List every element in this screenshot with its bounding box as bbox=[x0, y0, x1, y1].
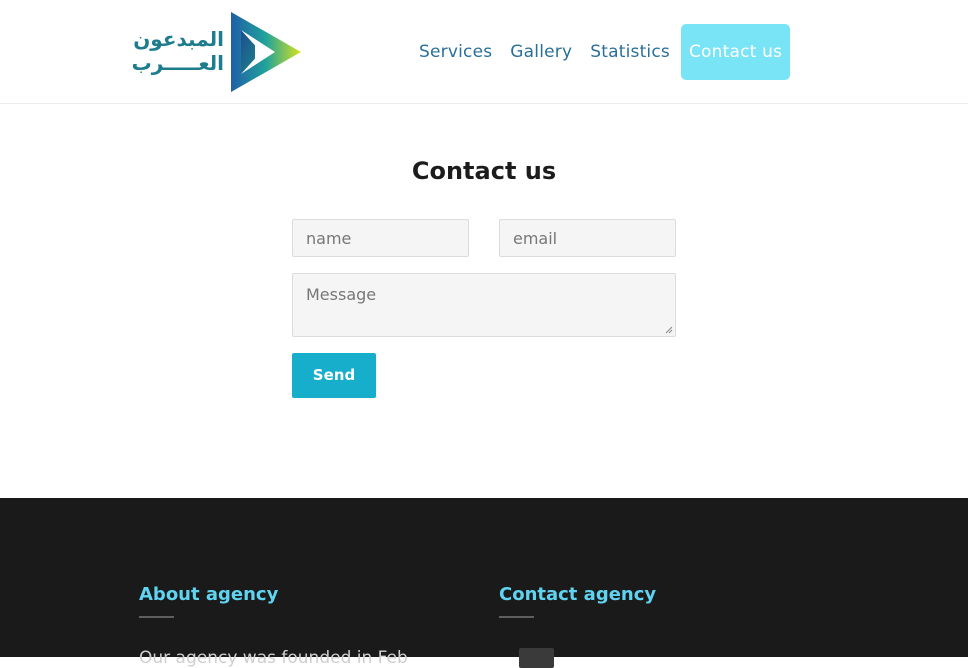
send-button[interactable]: Send bbox=[292, 353, 376, 398]
main-nav: Services Gallery Statistics Contact us bbox=[410, 24, 791, 80]
logo-text-line2: العـــــرب bbox=[131, 51, 224, 75]
name-field[interactable]: name bbox=[292, 219, 469, 257]
nav-item-services[interactable]: Services bbox=[410, 24, 501, 80]
email-placeholder: email bbox=[513, 229, 558, 248]
email-field[interactable]: email bbox=[499, 219, 676, 257]
about-divider bbox=[139, 616, 174, 618]
resize-handle-icon[interactable] bbox=[665, 326, 673, 334]
about-agency-heading: About agency bbox=[139, 584, 279, 605]
about-agency-text: Our agency was founded in Feb bbox=[139, 648, 408, 668]
nav-item-gallery[interactable]: Gallery bbox=[501, 24, 581, 80]
message-placeholder: Message bbox=[306, 285, 377, 304]
site-footer: About agency Contact agency Our agency w… bbox=[0, 498, 968, 668]
contact-divider bbox=[499, 616, 534, 618]
play-triangle-icon bbox=[231, 12, 301, 92]
logo-text-line1: المبدعون bbox=[133, 27, 224, 51]
site-logo[interactable]: المبدعون العـــــرب bbox=[131, 12, 302, 92]
nav-item-statistics[interactable]: Statistics bbox=[581, 24, 679, 80]
message-field[interactable]: Message bbox=[292, 273, 676, 337]
nav-item-contact-us[interactable]: Contact us bbox=[680, 24, 791, 80]
page-title: Contact us bbox=[411, 157, 557, 185]
name-placeholder: name bbox=[306, 229, 352, 248]
phone-icon bbox=[519, 648, 554, 668]
site-header: المبدعون العـــــرب Services Gallery Sta… bbox=[0, 0, 968, 104]
contact-agency-heading: Contact agency bbox=[499, 584, 657, 605]
